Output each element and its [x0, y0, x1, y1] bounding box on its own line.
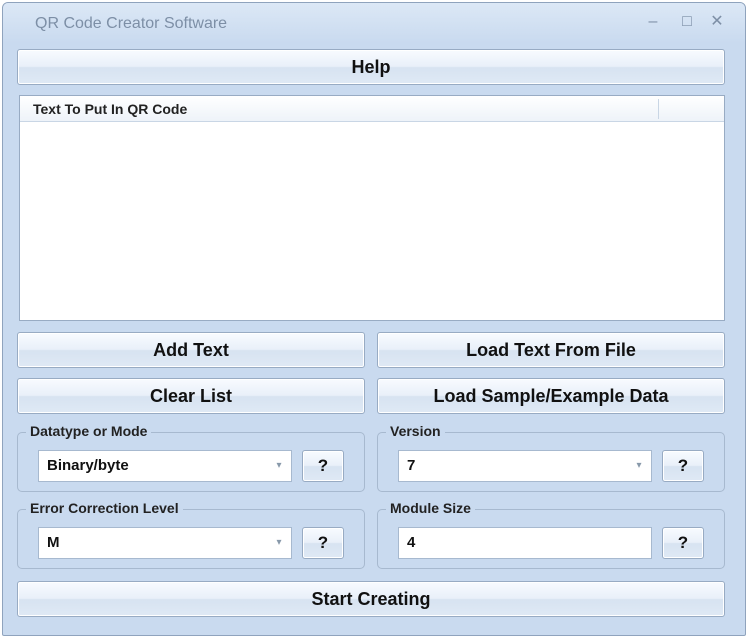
- list-header[interactable]: Text To Put In QR Code: [20, 96, 724, 122]
- version-help-button[interactable]: ?: [662, 450, 704, 482]
- error-correction-help-button[interactable]: ?: [302, 527, 344, 559]
- version-group: Version 7 ▾ ?: [377, 423, 725, 492]
- start-creating-button[interactable]: Start Creating: [17, 581, 725, 617]
- add-text-button[interactable]: Add Text: [17, 332, 365, 368]
- chevron-down-icon[interactable]: ▾: [270, 531, 288, 555]
- datatype-label: Datatype or Mode: [26, 423, 152, 439]
- maximize-icon[interactable]: □: [675, 11, 699, 33]
- module-size-label: Module Size: [386, 500, 475, 516]
- text-list[interactable]: Text To Put In QR Code: [19, 95, 725, 321]
- version-label: Version: [386, 423, 445, 439]
- clear-list-button[interactable]: Clear List: [17, 378, 365, 414]
- close-icon[interactable]: ✕: [705, 11, 729, 33]
- datatype-select[interactable]: Binary/byte ▾: [38, 450, 292, 482]
- error-correction-selected-value: M: [47, 534, 60, 551]
- title-bar[interactable]: QR Code Creator Software – □ ✕: [3, 3, 745, 43]
- module-size-help-button[interactable]: ?: [662, 527, 704, 559]
- datatype-selected-value: Binary/byte: [47, 457, 129, 474]
- error-correction-select[interactable]: M ▾: [38, 527, 292, 559]
- module-size-value: 4: [407, 534, 416, 551]
- version-selected-value: 7: [407, 457, 416, 474]
- load-sample-data-button[interactable]: Load Sample/Example Data: [377, 378, 725, 414]
- version-select[interactable]: 7 ▾: [398, 450, 652, 482]
- module-size-input[interactable]: 4: [398, 527, 652, 559]
- column-separator[interactable]: [658, 99, 659, 119]
- datatype-group: Datatype or Mode Binary/byte ▾ ?: [17, 423, 365, 492]
- error-correction-group: Error Correction Level M ▾ ?: [17, 500, 365, 569]
- module-size-group: Module Size 4 ?: [377, 500, 725, 569]
- app-window: QR Code Creator Software – □ ✕ Help Text…: [2, 2, 746, 636]
- minimize-icon[interactable]: –: [641, 11, 665, 33]
- window-title: QR Code Creator Software: [35, 15, 228, 32]
- load-text-from-file-button[interactable]: Load Text From File: [377, 332, 725, 368]
- error-correction-label: Error Correction Level: [26, 500, 183, 516]
- list-column-header: Text To Put In QR Code: [33, 101, 188, 117]
- chevron-down-icon[interactable]: ▾: [630, 454, 648, 478]
- chevron-down-icon[interactable]: ▾: [270, 454, 288, 478]
- datatype-help-button[interactable]: ?: [302, 450, 344, 482]
- help-button[interactable]: Help: [17, 49, 725, 85]
